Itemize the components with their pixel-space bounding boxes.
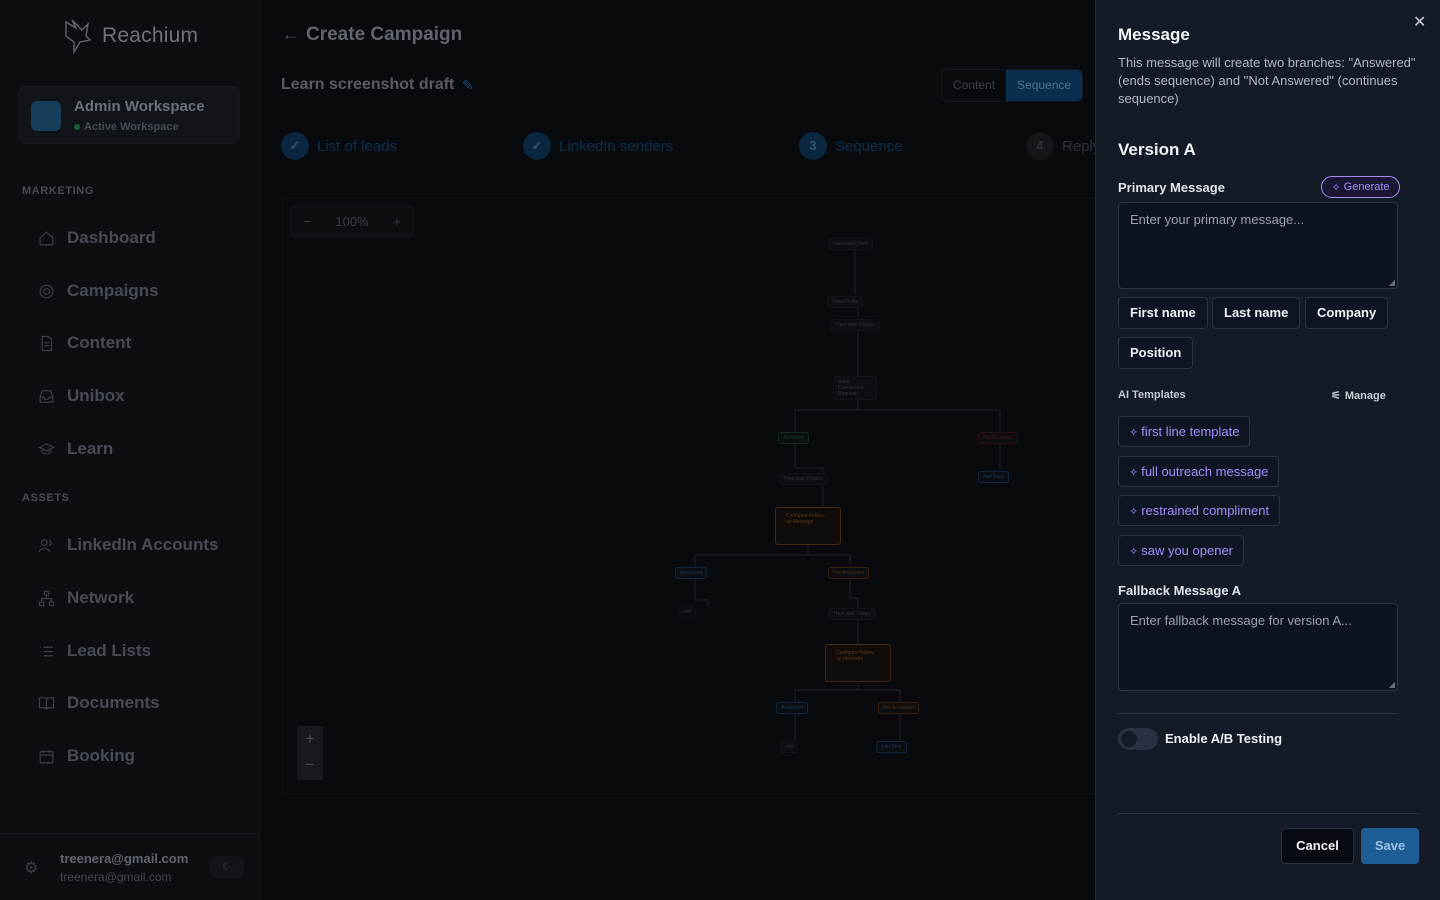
panel-title: Message	[1118, 25, 1190, 44]
message-settings-panel: ✕ Message This message will create two b…	[1095, 0, 1440, 900]
sparkle-icon: ✧	[1129, 546, 1139, 558]
primary-message-placeholder: Enter your primary message...	[1130, 212, 1305, 227]
variable-company-button[interactable]: Company	[1305, 297, 1389, 329]
ab-testing-label: Enable A/B Testing	[1165, 731, 1283, 746]
fallback-message-placeholder: Enter fallback message for version A...	[1130, 613, 1352, 628]
sparkle-icon: ✧	[1129, 467, 1139, 479]
manage-label: Manage	[1344, 389, 1386, 402]
variable-position-button[interactable]: Position	[1118, 337, 1194, 369]
sparkle-icon: ✧	[1129, 506, 1139, 518]
ai-template-item[interactable]: ✧ saw you opener	[1118, 535, 1244, 566]
resize-handle-icon[interactable]: ◢	[1389, 278, 1395, 287]
resize-handle-icon[interactable]: ◢	[1389, 680, 1395, 689]
sliders-icon: ⚟	[1331, 390, 1341, 402]
sparkle-icon: ✧	[1331, 181, 1341, 194]
ai-templates-label: AI Templates	[1118, 389, 1186, 401]
sparkle-icon: ✧	[1129, 427, 1139, 439]
modal-backdrop[interactable]	[0, 0, 1095, 900]
toggle-knob	[1121, 731, 1137, 747]
manage-templates-button[interactable]: ⚟ Manage	[1331, 389, 1386, 403]
fallback-message-label: Fallback Message A	[1118, 583, 1242, 598]
primary-message-input[interactable]: Enter your primary message... ◢	[1118, 202, 1398, 289]
divider	[1118, 813, 1419, 814]
cancel-button[interactable]: Cancel	[1281, 828, 1354, 864]
version-title: Version A	[1118, 140, 1196, 159]
ai-template-label: full outreach message	[1141, 464, 1269, 479]
ab-testing-toggle[interactable]	[1118, 728, 1158, 750]
ai-template-label: restrained compliment	[1141, 503, 1270, 518]
panel-description: This message will create two branches: "…	[1118, 55, 1416, 106]
ai-template-item[interactable]: ✧ full outreach message	[1118, 456, 1280, 487]
variable-first-name-button[interactable]: First name	[1118, 297, 1208, 329]
close-icon[interactable]: ✕	[1413, 12, 1426, 32]
variable-last-name-button[interactable]: Last name	[1212, 297, 1301, 329]
divider	[1118, 713, 1398, 714]
save-button[interactable]: Save	[1361, 828, 1419, 864]
ai-template-label: saw you opener	[1141, 543, 1233, 558]
generate-label: Generate	[1343, 181, 1390, 193]
fallback-message-input[interactable]: Enter fallback message for version A... …	[1118, 603, 1398, 691]
ai-template-label: first line template	[1141, 424, 1240, 439]
primary-message-label: Primary Message	[1118, 180, 1225, 195]
ai-template-item[interactable]: ✧ restrained compliment	[1118, 495, 1281, 526]
ai-template-item[interactable]: ✧ first line template	[1118, 416, 1251, 447]
generate-button[interactable]: ✧ Generate	[1321, 176, 1400, 198]
